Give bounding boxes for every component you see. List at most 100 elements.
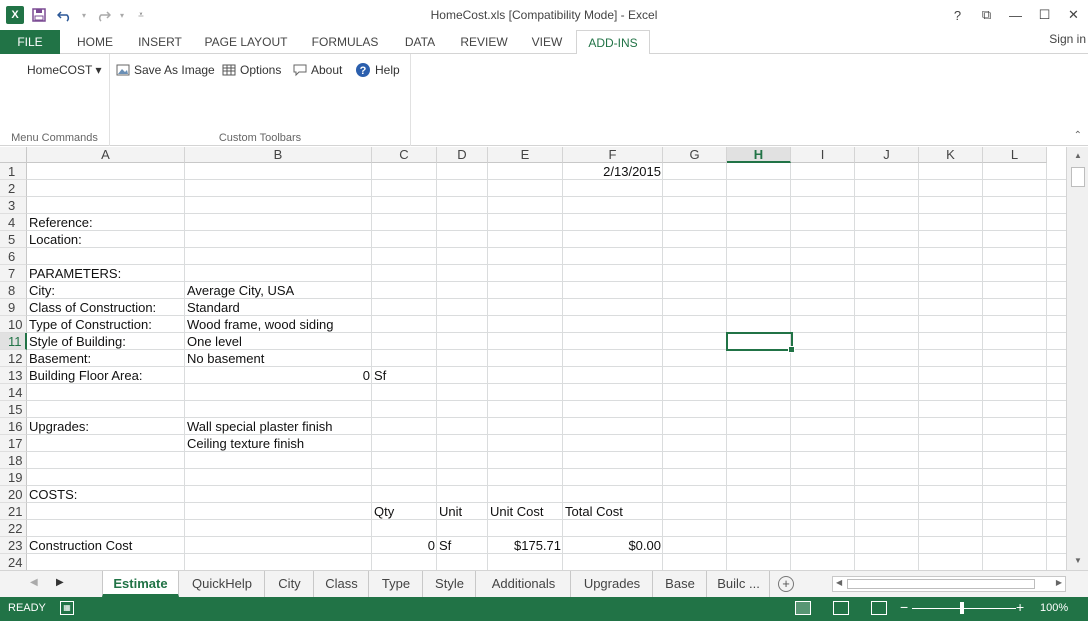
column-header-j[interactable]: J — [855, 147, 919, 163]
row-header-11[interactable]: 11 — [0, 333, 27, 350]
page-layout-view-icon[interactable] — [833, 601, 849, 615]
cell-a23[interactable]: Construction Cost — [27, 537, 185, 554]
cell-b9[interactable]: Standard — [185, 299, 372, 316]
row-header-8[interactable]: 8 — [0, 282, 27, 299]
row-header-24[interactable]: 24 — [0, 554, 27, 570]
sheet-tab-upgrades[interactable]: Upgrades — [572, 571, 653, 597]
cell-a5[interactable]: Location: — [27, 231, 185, 248]
column-header-b[interactable]: B — [185, 147, 372, 163]
zoom-slider[interactable] — [912, 608, 1016, 609]
sheet-tab-city[interactable]: City — [266, 571, 314, 597]
row-header-23[interactable]: 23 — [0, 537, 27, 554]
sheet-tab-style[interactable]: Style — [424, 571, 476, 597]
zoom-in-icon[interactable]: + — [1016, 599, 1024, 615]
cell-f1[interactable]: 2/13/2015 — [563, 163, 663, 180]
cell-b13[interactable]: 0 — [185, 367, 372, 384]
row-header-20[interactable]: 20 — [0, 486, 27, 503]
column-header-d[interactable]: D — [437, 147, 488, 163]
cell-a10[interactable]: Type of Construction: — [27, 316, 185, 333]
normal-view-icon[interactable] — [795, 601, 811, 615]
sheet-tab-additionals[interactable]: Additionals — [477, 571, 571, 597]
column-header-l[interactable]: L — [983, 147, 1047, 163]
cell-b10[interactable]: Wood frame, wood siding — [185, 316, 372, 333]
save-as-image-button[interactable]: Save As Image — [116, 60, 215, 80]
cell-c13[interactable]: Sf — [372, 367, 437, 384]
cell-f23[interactable]: $0.00 — [563, 537, 663, 554]
zoom-slider-thumb[interactable] — [960, 602, 964, 614]
column-header-k[interactable]: K — [919, 147, 983, 163]
tab-home[interactable]: HOME — [66, 30, 124, 54]
row-header-15[interactable]: 15 — [0, 401, 27, 418]
cell-a7[interactable]: PARAMETERS: — [27, 265, 185, 282]
row-header-17[interactable]: 17 — [0, 435, 27, 452]
row-header-18[interactable]: 18 — [0, 452, 27, 469]
add-sheet-icon[interactable]: + — [778, 576, 794, 592]
next-sheet-icon[interactable]: ▶ — [56, 577, 64, 588]
tab-data[interactable]: DATA — [394, 30, 446, 54]
scroll-left-icon[interactable]: ◀ — [836, 578, 842, 587]
vertical-scroll-thumb[interactable] — [1071, 167, 1085, 187]
cell-a4[interactable]: Reference: — [27, 214, 185, 231]
row-header-13[interactable]: 13 — [0, 367, 27, 384]
cell-a13[interactable]: Building Floor Area: — [27, 367, 185, 384]
cell-d21[interactable]: Unit — [437, 503, 488, 520]
row-header-1[interactable]: 1 — [0, 163, 27, 180]
tab-view[interactable]: VIEW — [522, 30, 572, 54]
row-header-9[interactable]: 9 — [0, 299, 27, 316]
cell-e23[interactable]: $175.71 — [488, 537, 563, 554]
column-header-e[interactable]: E — [488, 147, 563, 163]
help-button[interactable]: ? Help — [355, 60, 400, 80]
sign-in-link[interactable]: Sign in — [1049, 32, 1086, 46]
cell-b8[interactable]: Average City, USA — [185, 282, 372, 299]
sheet-tab-base[interactable]: Base — [654, 571, 707, 597]
row-header-14[interactable]: 14 — [0, 384, 27, 401]
row-header-16[interactable]: 16 — [0, 418, 27, 435]
row-header-10[interactable]: 10 — [0, 316, 27, 333]
tab-add-ins[interactable]: ADD-INS — [576, 30, 650, 55]
minimize-icon[interactable]: — — [1001, 0, 1030, 30]
macro-record-icon[interactable]: ▦ — [60, 601, 74, 615]
tab-review[interactable]: REVIEW — [452, 30, 516, 54]
row-header-6[interactable]: 6 — [0, 248, 27, 265]
collapse-ribbon-icon[interactable]: ⌃ — [1074, 130, 1082, 141]
scroll-right-icon[interactable]: ▶ — [1056, 578, 1062, 587]
row-header-21[interactable]: 21 — [0, 503, 27, 520]
horizontal-scroll-thumb[interactable] — [847, 579, 1035, 589]
help-icon[interactable]: ? — [943, 0, 972, 30]
sheet-tab-estimate[interactable]: Estimate — [102, 571, 179, 597]
cell-a11[interactable]: Style of Building: — [27, 333, 185, 350]
column-header-g[interactable]: G — [663, 147, 727, 163]
spreadsheet-grid[interactable]: A B C D E F G H I J K L 1 2 3 4 5 6 7 8 9 10 11 12 13 14 15 16 17 18 1… — [0, 147, 1066, 570]
row-header-4[interactable]: 4 — [0, 214, 27, 231]
tab-formulas[interactable]: FORMULAS — [302, 30, 388, 54]
vertical-scrollbar[interactable]: ▲ ▼ — [1066, 147, 1088, 570]
row-header-12[interactable]: 12 — [0, 350, 27, 367]
maximize-icon[interactable]: ☐ — [1030, 0, 1059, 30]
options-button[interactable]: Options — [222, 60, 281, 80]
tab-page-layout[interactable]: PAGE LAYOUT — [196, 30, 296, 54]
active-cell-selection[interactable] — [726, 332, 795, 353]
sheet-tab-type[interactable]: Type — [370, 571, 423, 597]
row-header-7[interactable]: 7 — [0, 265, 27, 282]
select-all-corner[interactable] — [0, 147, 27, 163]
row-header-2[interactable]: 2 — [0, 180, 27, 197]
cell-a9[interactable]: Class of Construction: — [27, 299, 185, 316]
sheet-tab-class[interactable]: Class — [315, 571, 369, 597]
cell-a16[interactable]: Upgrades: — [27, 418, 185, 435]
row-header-5[interactable]: 5 — [0, 231, 27, 248]
cell-e21[interactable]: Unit Cost — [488, 503, 563, 520]
column-header-i[interactable]: I — [791, 147, 855, 163]
cell-b11[interactable]: One level — [185, 333, 372, 350]
about-button[interactable]: About — [293, 60, 342, 80]
prev-sheet-icon[interactable]: ◀ — [30, 577, 38, 588]
scroll-up-icon[interactable]: ▲ — [1070, 149, 1086, 163]
cell-c21[interactable]: Qty — [372, 503, 437, 520]
column-header-h[interactable]: H — [727, 147, 791, 163]
close-icon[interactable]: ✕ — [1059, 0, 1088, 30]
zoom-level[interactable]: 100% — [1040, 602, 1068, 614]
sheet-tab-quickhelp[interactable]: QuickHelp — [180, 571, 265, 597]
scroll-down-icon[interactable]: ▼ — [1070, 554, 1086, 568]
column-header-a[interactable]: A — [27, 147, 185, 163]
ribbon-display-options-icon[interactable]: ⧉ — [972, 0, 1001, 30]
tab-insert[interactable]: INSERT — [130, 30, 190, 54]
